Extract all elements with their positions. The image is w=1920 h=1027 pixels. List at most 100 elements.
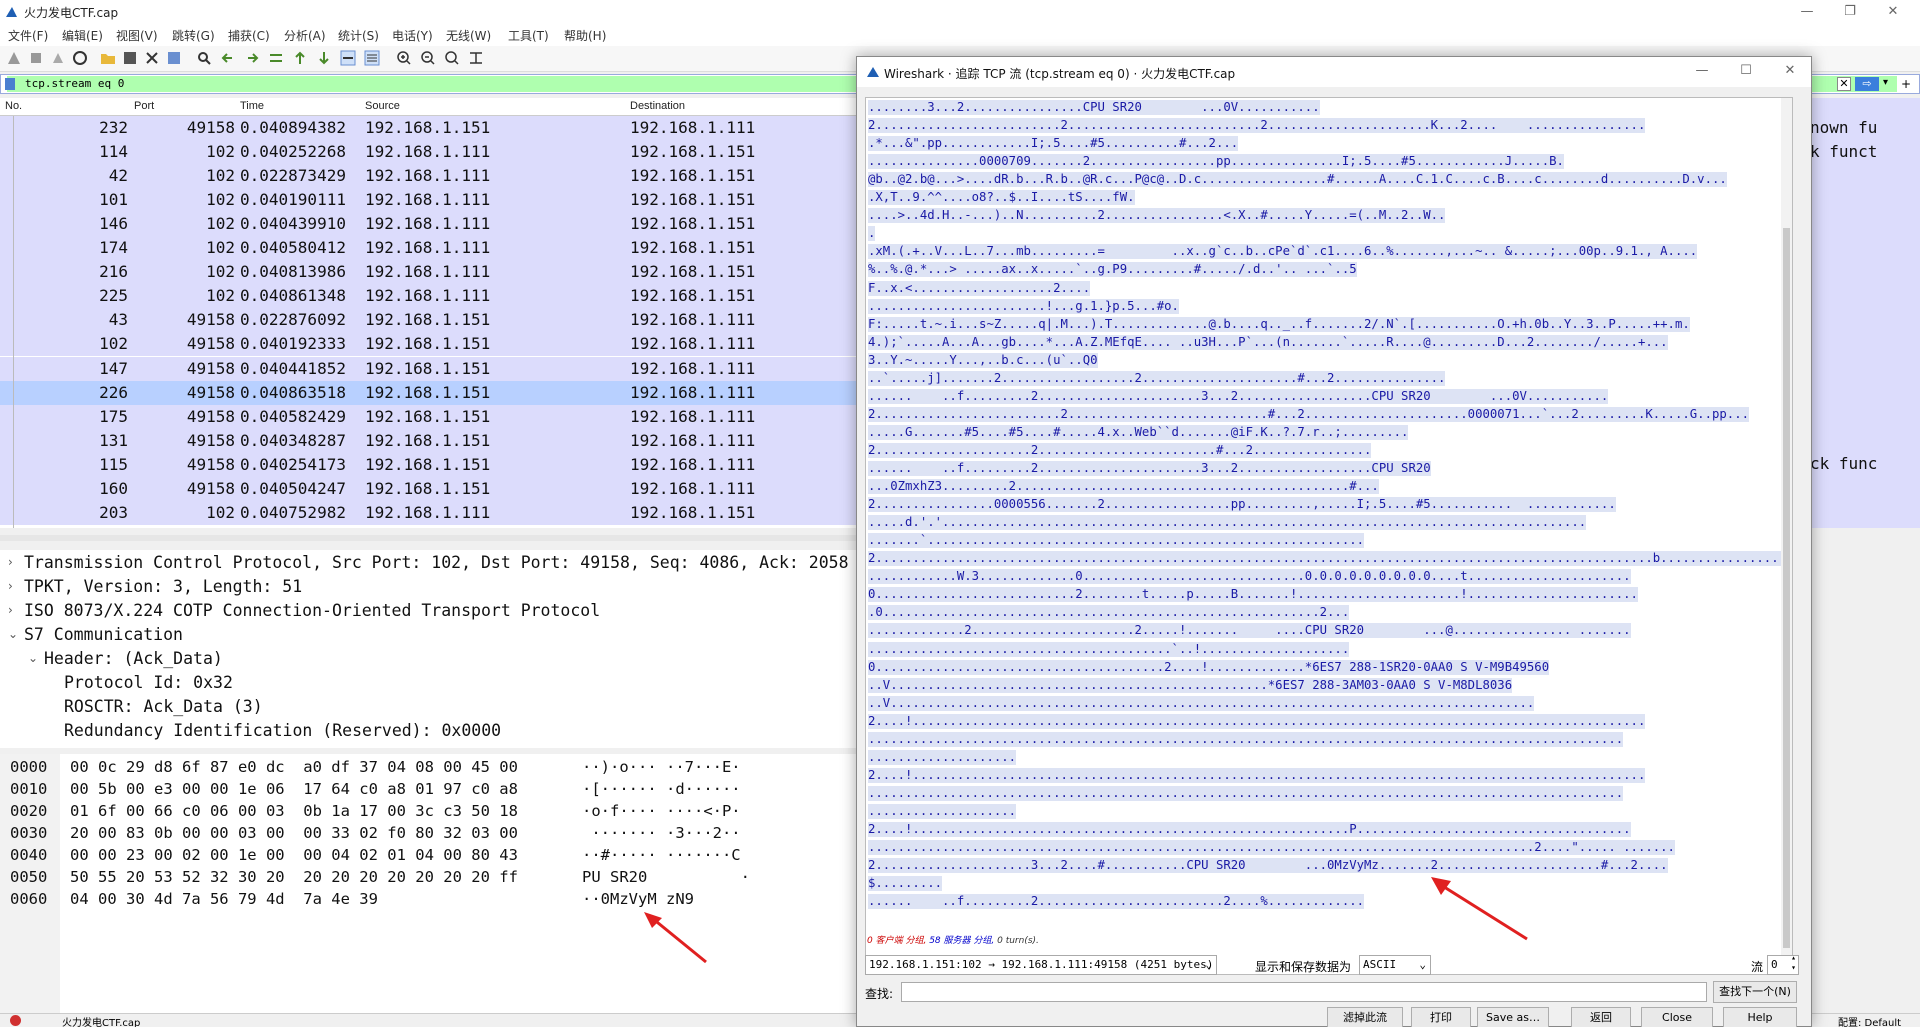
bytes-hex[interactable]: 00 00 23 00 02 00 1e 00 00 04 02 01 04 0…	[70, 844, 518, 866]
find-input[interactable]	[901, 982, 1707, 1002]
menu-item[interactable]: 跳转(G)	[172, 27, 215, 44]
go-forward-icon[interactable]	[244, 50, 260, 66]
expand-arrow-icon[interactable]: ›	[8, 579, 13, 593]
go-back-icon[interactable]	[220, 50, 236, 66]
bytes-ascii[interactable]: ··)·o··· ··7···E·	[582, 756, 741, 778]
last-packet-icon[interactable]	[316, 50, 332, 66]
open-file-icon[interactable]	[100, 50, 116, 66]
print-button[interactable]: 打印	[1411, 1007, 1471, 1027]
collapse-arrow-icon[interactable]: ⌄	[8, 627, 18, 641]
column-header-source[interactable]: Source	[365, 100, 400, 112]
status-profile[interactable]: 配置: Default	[1838, 1014, 1901, 1027]
minimize-icon[interactable]: —	[1792, 2, 1822, 22]
bytes-hex[interactable]: 50 55 20 53 52 32 30 20 20 20 20 20 20 2…	[70, 866, 518, 888]
detail-tree-item[interactable]: Transmission Control Protocol, Src Port:…	[24, 552, 849, 574]
dialog-close-icon[interactable]: ✕	[1775, 61, 1805, 81]
stream-number-spinbox[interactable]: 0 ▴ ▾	[1767, 953, 1799, 975]
filter-out-stream-button[interactable]: 滤掉此流	[1327, 1007, 1403, 1027]
bytes-ascii[interactable]: PU SR20 ·	[582, 866, 750, 888]
spin-arrows-icon[interactable]: ▴ ▾	[1791, 953, 1796, 973]
zoom-out-icon[interactable]	[420, 50, 436, 66]
resize-columns-icon[interactable]	[468, 50, 484, 66]
bytes-ascii[interactable]: ·o·f···· ····<·P·	[582, 800, 741, 822]
bytes-offset[interactable]: 0030	[10, 822, 47, 844]
zoom-normal-icon[interactable]	[444, 50, 460, 66]
menu-item[interactable]: 捕获(C)	[228, 27, 270, 44]
start-capture-icon[interactable]	[6, 50, 22, 66]
detail-tree-item[interactable]: S7 Communication	[24, 624, 183, 646]
apply-filter-icon[interactable]: ⇨	[1855, 77, 1879, 91]
show-as-select[interactable]: ASCII ⌄	[1359, 955, 1431, 975]
menu-item[interactable]: 无线(W)	[446, 27, 491, 44]
close-file-icon[interactable]	[144, 50, 160, 66]
bytes-offset[interactable]: 0060	[10, 888, 47, 910]
add-filter-icon[interactable]: +	[1901, 77, 1911, 91]
autoscroll-icon[interactable]	[340, 50, 356, 66]
bytes-offset[interactable]: 0010	[10, 778, 47, 800]
first-packet-icon[interactable]	[292, 50, 308, 66]
expand-arrow-icon[interactable]: ›	[8, 555, 13, 569]
column-header-port[interactable]: Port	[134, 100, 154, 112]
bytes-offset[interactable]: 0000	[10, 756, 47, 778]
zoom-in-icon[interactable]	[396, 50, 412, 66]
column-header-no[interactable]: No.	[5, 100, 22, 112]
stream-scrollbar-thumb[interactable]	[1783, 228, 1790, 948]
menu-item[interactable]: 文件(F)	[8, 27, 48, 44]
detail-tree-item[interactable]: ROSCTR: Ack_Data (3)	[64, 696, 263, 718]
pane-splitter[interactable]	[0, 535, 860, 541]
stream-scrollbar[interactable]	[1781, 98, 1792, 974]
bytes-offset[interactable]: 0040	[10, 844, 47, 866]
detail-tree-item[interactable]: Header: (Ack_Data)	[44, 648, 223, 670]
column-header-time[interactable]: Time	[240, 100, 264, 112]
find-packet-icon[interactable]	[196, 50, 212, 66]
bytes-ascii[interactable]: ······· ·3···2··	[582, 822, 740, 844]
bytes-offset[interactable]: 0020	[10, 800, 47, 822]
detail-tree-item[interactable]: TPKT, Version: 3, Length: 51	[24, 576, 302, 598]
detail-tree-item[interactable]: Protocol Id: 0x32	[64, 672, 233, 694]
collapse-arrow-icon[interactable]: ⌄	[28, 651, 38, 665]
dialog-minimize-icon[interactable]: —	[1687, 61, 1717, 81]
bytes-ascii[interactable]: ··0MzVyM zN9	[582, 888, 694, 910]
bytes-ascii[interactable]: ·[······ ·d······	[582, 778, 741, 800]
column-header-destination[interactable]: Destination	[630, 100, 685, 112]
bookmark-icon[interactable]	[5, 78, 15, 90]
restore-icon[interactable]: ❐	[1835, 2, 1865, 22]
bytes-hex[interactable]: 00 0c 29 d8 6f 87 e0 dc a0 df 37 04 08 0…	[70, 756, 518, 778]
save-as-button[interactable]: Save as…	[1477, 1007, 1549, 1027]
menu-item[interactable]: 分析(A)	[284, 27, 326, 44]
clear-filter-icon[interactable]: ✕	[1837, 77, 1851, 91]
menu-item[interactable]: 编辑(E)	[62, 27, 103, 44]
bytes-hex[interactable]: 04 00 30 4d 7a 56 79 4d 7a 4e 39	[70, 888, 378, 910]
help-button[interactable]: Help	[1723, 1007, 1797, 1027]
filter-dropdown-icon[interactable]: ▾	[1883, 77, 1888, 88]
bytes-hex[interactable]: 00 5b 00 e3 00 00 1e 06 17 64 c0 a8 01 9…	[70, 778, 518, 800]
stream-content-text[interactable]: ........3...2................CPU SR20 ..…	[865, 97, 1793, 975]
detail-tree-item[interactable]: Redundancy Identification (Reserved): 0x…	[64, 720, 501, 742]
capture-options-icon[interactable]	[72, 50, 88, 66]
reload-icon[interactable]	[166, 50, 182, 66]
detail-tree-item[interactable]: ISO 8073/X.224 COTP Connection-Oriented …	[24, 600, 600, 622]
menu-item[interactable]: 电话(Y)	[392, 27, 433, 44]
menu-item[interactable]: 工具(T)	[508, 27, 549, 44]
close-icon[interactable]: ✕	[1878, 2, 1908, 22]
save-file-icon[interactable]	[122, 50, 138, 66]
back-button[interactable]: 返回	[1571, 1007, 1631, 1027]
colorize-icon[interactable]	[364, 50, 380, 66]
bytes-ascii[interactable]: ··#····· ·······C	[582, 844, 741, 866]
expand-arrow-icon[interactable]: ›	[8, 603, 13, 617]
expert-info-icon[interactable]	[10, 1015, 21, 1026]
dialog-maximize-icon[interactable]: ☐	[1731, 61, 1761, 81]
find-next-button[interactable]: 查找下一个(N)	[1713, 981, 1797, 1003]
restart-capture-icon[interactable]	[50, 50, 66, 66]
menu-item[interactable]: 视图(V)	[116, 27, 158, 44]
stream-direction-select[interactable]: 192.168.1.151:102 → 192.168.1.111:49158 …	[865, 955, 1217, 975]
menu-item[interactable]: 帮助(H)	[564, 27, 606, 44]
stop-capture-icon[interactable]	[28, 50, 44, 66]
bytes-hex[interactable]: 01 6f 00 66 c0 06 00 03 0b 1a 17 00 3c c…	[70, 800, 518, 822]
go-to-packet-icon[interactable]	[268, 50, 284, 66]
bytes-hex[interactable]: 20 00 83 0b 00 00 03 00 00 33 02 f0 80 3…	[70, 822, 518, 844]
stream-line: ...... ..f.........2....................…	[868, 388, 1609, 404]
menu-item[interactable]: 统计(S)	[338, 27, 379, 44]
bytes-offset[interactable]: 0050	[10, 866, 47, 888]
close-button[interactable]: Close	[1641, 1007, 1713, 1027]
